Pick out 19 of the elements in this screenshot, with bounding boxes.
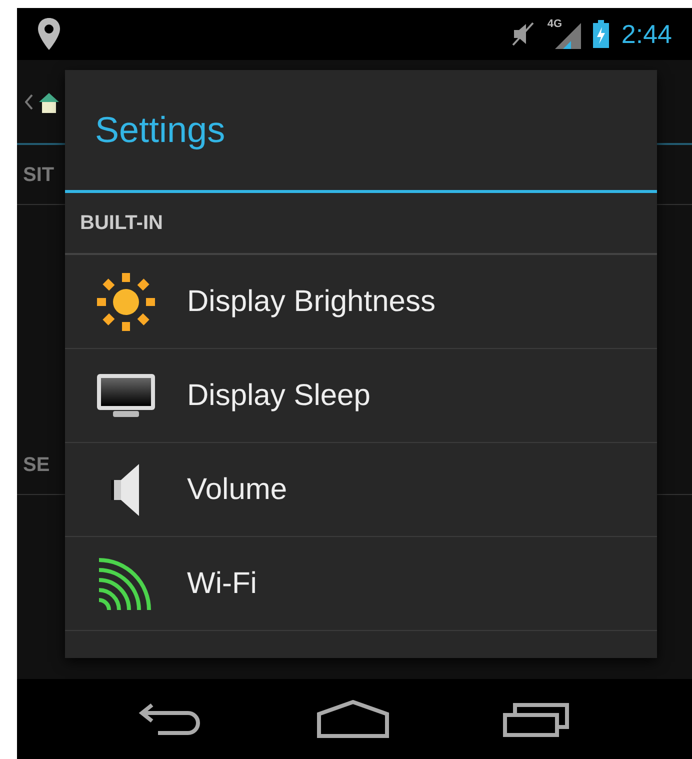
settings-item[interactable]: Volume (65, 443, 657, 537)
recent-apps-icon[interactable] (503, 701, 572, 737)
section-header: BUILT-IN (80, 211, 163, 236)
speaker-icon (111, 464, 141, 516)
location-pin-icon (37, 17, 61, 51)
section-header: SIT (23, 162, 54, 188)
settings-item[interactable]: Display Sleep (65, 349, 657, 443)
muted-speaker-icon (511, 21, 536, 47)
clock: 2:44 (621, 18, 672, 50)
network-type-label: 4G (547, 19, 562, 30)
back-caret-icon[interactable] (25, 94, 33, 110)
section-header: SE (23, 452, 50, 478)
battery-charging-icon (593, 20, 610, 48)
monitor-icon (95, 372, 157, 420)
home-icon[interactable] (317, 700, 390, 738)
sun-icon (95, 270, 157, 332)
settings-item[interactable]: Display Brightness (65, 255, 657, 349)
settings-item[interactable]: Wi-Fi (65, 537, 657, 631)
dialog-title: Settings (95, 108, 226, 152)
